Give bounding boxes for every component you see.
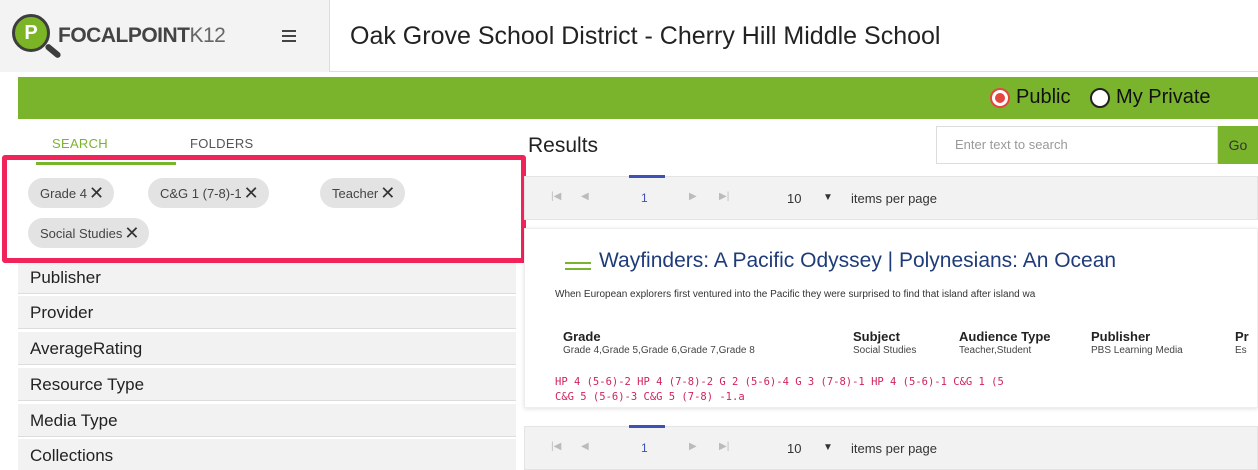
- chevron-down-icon[interactable]: ▼: [823, 442, 833, 453]
- pager-top: |◀ ◀ 1 ▶ ▶| 10 ▼ items per page: [524, 175, 1258, 220]
- first-page-icon[interactable]: |◀: [551, 441, 561, 452]
- visibility-bar: Public My Private: [18, 77, 1258, 119]
- radio-my-private-label[interactable]: My Private: [1116, 86, 1210, 108]
- facet-provider[interactable]: Provider: [18, 295, 516, 329]
- current-page-indicator: [629, 175, 665, 178]
- meta-head-publisher: Publisher: [1091, 329, 1151, 344]
- logo-text: FOCALPOINTK12: [58, 24, 226, 48]
- visibility-radio-group: Public My Private: [990, 86, 1225, 109]
- tab-search[interactable]: SEARCH: [52, 136, 108, 151]
- first-page-icon[interactable]: |◀: [551, 191, 561, 202]
- meta-grade: Grade Grade 4,Grade 5,Grade 6,Grade 7,Gr…: [563, 329, 755, 356]
- page-title: Oak Grove School District - Cherry Hill …: [350, 22, 941, 50]
- radio-my-private[interactable]: [1090, 87, 1111, 108]
- meta-value-grade: Grade 4,Grade 5,Grade 6,Grade 7,Grade 8: [563, 345, 755, 356]
- current-page-indicator: [629, 425, 665, 428]
- facet-collections[interactable]: Collections: [18, 438, 516, 470]
- prev-page-icon[interactable]: ◀: [581, 441, 589, 452]
- logo-area[interactable]: P FOCALPOINTK12: [0, 0, 330, 72]
- results-title: Results: [528, 134, 599, 157]
- search-input[interactable]: Enter text to search: [936, 126, 1218, 164]
- standards-line-2[interactable]: C&G 5 (5-6)-3 C&G 5 (7-8) -1.a: [555, 390, 1258, 405]
- tab-folders[interactable]: FOLDERS: [190, 136, 254, 151]
- filter-highlight-box: [2, 155, 526, 263]
- facet-media-type[interactable]: Media Type: [18, 403, 516, 437]
- meta-value-provider: Es: [1235, 345, 1247, 356]
- logo-mark-letter: P: [24, 22, 38, 44]
- next-page-icon[interactable]: ▶: [689, 191, 697, 202]
- result-title[interactable]: Wayfinders: A Pacific Odyssey | Polynesi…: [599, 249, 1116, 273]
- resource-type-icon: [565, 262, 591, 270]
- meta-provider: Pr Es: [1235, 329, 1249, 356]
- search-button[interactable]: Go: [1218, 126, 1258, 164]
- top-header: P FOCALPOINTK12 Oak Grove School Distric…: [0, 0, 1258, 72]
- items-per-page-label: items per page: [851, 191, 937, 206]
- meta-value-publisher: PBS Learning Media: [1091, 345, 1183, 356]
- chevron-down-icon[interactable]: ▼: [823, 192, 833, 203]
- pager-bottom: |◀ ◀ 1 ▶ ▶| 10 ▼ items per page: [524, 425, 1258, 470]
- page-size-value[interactable]: 10: [787, 441, 801, 456]
- meta-value-subject: Social Studies: [853, 345, 917, 356]
- result-card: Wayfinders: A Pacific Odyssey | Polynesi…: [524, 228, 1258, 408]
- meta-value-audience-type: Teacher,Student: [959, 345, 1032, 356]
- radio-public[interactable]: [990, 87, 1010, 108]
- meta-head-audience-type: Audience Type: [959, 329, 1051, 344]
- facet-resource-type[interactable]: Resource Type: [18, 367, 516, 401]
- app-window: P FOCALPOINTK12 Oak Grove School Distric…: [0, 0, 1258, 470]
- facet-publisher[interactable]: Publisher: [18, 260, 516, 294]
- hamburger-icon[interactable]: [282, 30, 296, 42]
- meta-subject: Subject Social Studies: [853, 329, 916, 356]
- last-page-icon[interactable]: ▶|: [719, 441, 729, 452]
- page-number[interactable]: 1: [641, 441, 648, 455]
- result-description: When European explorers first ventured i…: [555, 289, 1036, 300]
- radio-public-label[interactable]: Public: [1016, 86, 1070, 108]
- standards-line-1[interactable]: HP 4 (5-6)-2 HP 4 (7-8)-2 G 2 (5-6)-4 G …: [555, 375, 1258, 390]
- standards-list: HP 4 (5-6)-2 HP 4 (7-8)-2 G 2 (5-6)-4 G …: [555, 375, 1258, 405]
- prev-page-icon[interactable]: ◀: [581, 191, 589, 202]
- logo-suffix: K12: [189, 24, 226, 47]
- logo-name: FOCALPOINT: [58, 24, 190, 47]
- meta-head-grade: Grade: [563, 329, 601, 344]
- page-size-value[interactable]: 10: [787, 191, 801, 206]
- page-number[interactable]: 1: [641, 191, 648, 205]
- next-page-icon[interactable]: ▶: [689, 441, 697, 452]
- meta-audience-type: Audience Type Teacher,Student: [959, 329, 1051, 356]
- facet-average-rating[interactable]: AverageRating: [18, 331, 516, 365]
- results-panel: Results Enter text to search Go |◀ ◀ 1 ▶…: [518, 120, 1258, 470]
- meta-publisher: Publisher PBS Learning Media: [1091, 329, 1183, 356]
- last-page-icon[interactable]: ▶|: [719, 191, 729, 202]
- meta-head-subject: Subject: [853, 329, 900, 344]
- meta-head-provider: Pr: [1235, 329, 1249, 344]
- items-per-page-label: items per page: [851, 441, 937, 456]
